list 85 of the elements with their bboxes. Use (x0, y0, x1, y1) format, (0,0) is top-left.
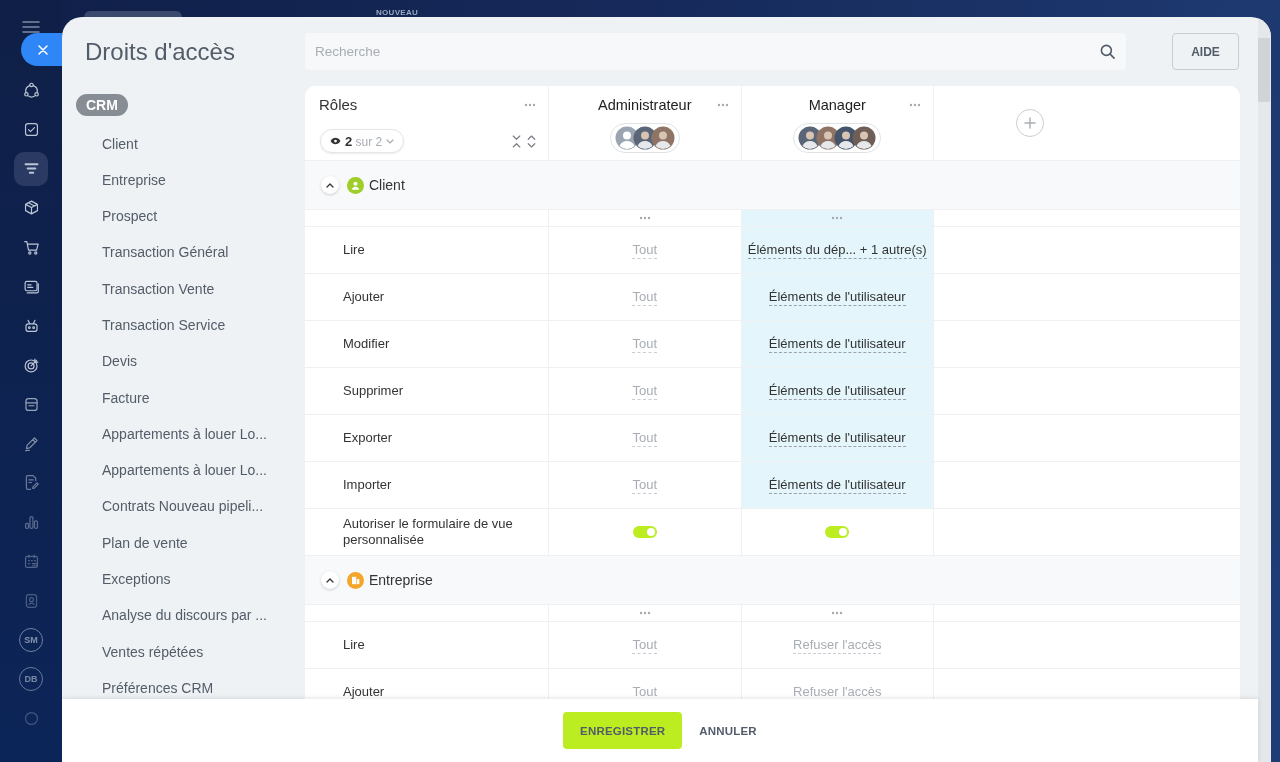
permission-label: Ajouter (343, 289, 385, 305)
cube-icon (22, 199, 40, 217)
avatar-icon (650, 126, 675, 150)
group-label: CRM (76, 94, 128, 116)
more-icon[interactable] (831, 216, 844, 220)
add-role-button[interactable] (1016, 109, 1044, 137)
role-name: Administrateur (598, 96, 692, 114)
connected-circles-icon (22, 81, 40, 99)
more-icon[interactable] (638, 216, 651, 220)
column-title: Rôles (319, 96, 358, 114)
more-icon[interactable] (716, 103, 729, 107)
nav-link[interactable]: Exceptions (102, 571, 171, 589)
permission-value[interactable]: Éléments de l'utilisateur (768, 476, 906, 494)
new-label: NOUVEAU (376, 8, 419, 17)
search-icon[interactable] (1100, 44, 1115, 59)
pen-icon (22, 435, 40, 453)
nav-link[interactable]: Client (102, 135, 138, 153)
permission-value[interactable]: Éléments du dép... + 1 autre(s) (747, 241, 927, 259)
nav-link[interactable]: Transaction Service (102, 317, 226, 334)
collapse-button[interactable] (321, 571, 339, 589)
contact-card-icon (22, 278, 40, 295)
chevron-down-icon (386, 138, 395, 144)
section-title: Client (369, 177, 405, 193)
nav-link[interactable]: Appartements à louer Lo... (102, 425, 267, 443)
close-icon (37, 44, 48, 55)
more-icon[interactable] (909, 103, 921, 107)
permission-value[interactable]: Éléments de l'utilisateur (768, 288, 906, 306)
chevron-up-icon (326, 182, 334, 188)
cabinet-icon (22, 395, 40, 413)
nav-link[interactable]: Contrats Nouveau pipeli... (102, 498, 264, 516)
nav-link[interactable]: Préférences CRM (102, 679, 214, 697)
circle-icon (22, 710, 40, 728)
permission-label: Exporter (343, 430, 393, 446)
panel-title: Droits d'accès (85, 36, 235, 67)
permission-label: Importer (343, 477, 392, 493)
permission-value[interactable]: Éléments de l'utilisateur (768, 429, 906, 447)
menu-icon[interactable] (22, 21, 40, 33)
permission-value[interactable]: Éléments de l'utilisateur (768, 335, 906, 353)
permission-label: Autoriser le formulaire de vue personnalisée (343, 516, 514, 548)
target-icon (22, 356, 40, 374)
nav-link[interactable]: Plan de vente (102, 534, 188, 552)
cancel-button[interactable]: ANNULER (699, 712, 757, 749)
avatar-group[interactable] (609, 123, 680, 153)
nav-link[interactable]: Analyse du discours par ... (102, 607, 267, 625)
filter-button[interactable]: 2 sur 2 (320, 129, 405, 153)
nav-link[interactable]: Ventes répétées (102, 643, 204, 661)
plus-icon (1024, 117, 1036, 129)
permission-label: Ajouter (343, 684, 385, 699)
nav-link[interactable]: Devis (102, 353, 137, 371)
toggle-switch[interactable] (825, 526, 850, 538)
toggle-switch[interactable] (632, 526, 657, 538)
robot-icon (22, 317, 40, 335)
avatar-group[interactable] (793, 123, 882, 153)
search-field[interactable]: Recherche (305, 33, 1126, 70)
avatar-icon (852, 126, 877, 150)
collapse-button[interactable] (321, 176, 339, 194)
nav-link[interactable]: Transaction Vente (102, 280, 215, 298)
chevron-up-icon (326, 577, 334, 583)
checkbox-icon (22, 120, 40, 138)
bar-chart-icon (22, 513, 40, 531)
section-title: Entreprise (369, 572, 433, 588)
more-icon[interactable] (638, 611, 651, 615)
close-button[interactable] (21, 33, 62, 66)
nav-link[interactable]: Transaction Général (102, 244, 229, 262)
save-button[interactable]: ENREGISTRER (563, 712, 683, 749)
nav-link[interactable]: Entreprise (102, 171, 166, 189)
permission-label: Lire (343, 637, 365, 653)
role-name: Manager (808, 96, 866, 114)
cart-icon (22, 238, 40, 256)
nav-link[interactable]: Prospect (102, 208, 158, 226)
calendar-icon (22, 553, 40, 571)
nav-link[interactable]: Appartements à louer Lo... (102, 462, 267, 480)
scrollbar-thumb[interactable] (1258, 38, 1270, 102)
nav-item[interactable] (14, 151, 48, 186)
permission-label: Modifier (343, 336, 390, 352)
permission-label: Lire (343, 242, 365, 258)
more-icon[interactable] (831, 611, 844, 615)
nav-link[interactable]: Facture (102, 389, 150, 407)
more-icon[interactable] (524, 103, 536, 107)
permission-label: Supprimer (343, 383, 403, 399)
help-button[interactable]: AIDE (1172, 33, 1239, 70)
expand-icon[interactable] (527, 134, 536, 148)
collapse-icon[interactable] (512, 134, 521, 148)
permission-value[interactable]: Éléments de l'utilisateur (768, 382, 906, 400)
eye-icon (330, 137, 341, 145)
